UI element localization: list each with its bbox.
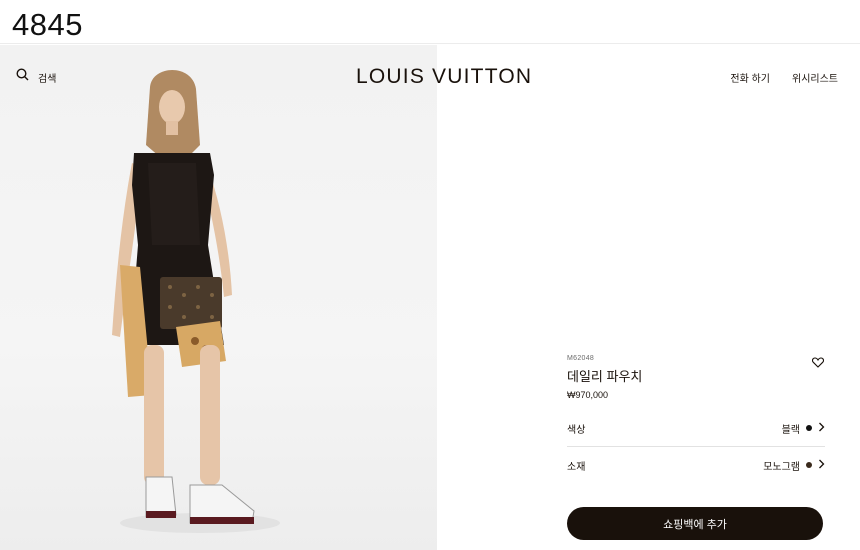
product-info: M62048 데일리 파우치 ₩970,000: [567, 355, 825, 400]
brand-logo[interactable]: LOUIS VUITTON: [356, 65, 532, 89]
color-swatch: [806, 425, 812, 431]
header-actions: 전화 하기 위시리스트: [730, 70, 838, 85]
search-icon: [16, 68, 29, 86]
chevron-right-icon: [818, 459, 825, 472]
material-swatch: [806, 462, 812, 468]
frame-label: 4845: [12, 7, 83, 42]
search-label: 검색: [38, 73, 57, 85]
chevron-right-icon: [818, 422, 825, 435]
heart-icon[interactable]: [811, 355, 825, 373]
color-option-label: 색상: [567, 424, 586, 436]
wishlist-link[interactable]: 위시리스트: [792, 70, 838, 85]
header-search[interactable]: 검색: [16, 68, 56, 86]
add-to-bag-button[interactable]: 쇼핑백에 추가: [567, 507, 823, 540]
color-option[interactable]: 색상 블랙: [567, 410, 825, 446]
product-title: 데일리 파우치: [567, 369, 643, 384]
call-link[interactable]: 전화 하기: [730, 70, 770, 85]
model-illustration: [112, 70, 280, 533]
product-sku: M62048: [567, 355, 595, 362]
top-band: 4845: [0, 0, 860, 44]
material-option-label: 소재: [567, 461, 586, 473]
color-option-value: 블랙: [781, 424, 800, 436]
product-hero-image: [0, 45, 437, 550]
product-price: ₩970,000: [567, 390, 609, 400]
material-option[interactable]: 소재 모노그램: [567, 447, 825, 483]
material-option-value: 모노그램: [763, 461, 800, 473]
